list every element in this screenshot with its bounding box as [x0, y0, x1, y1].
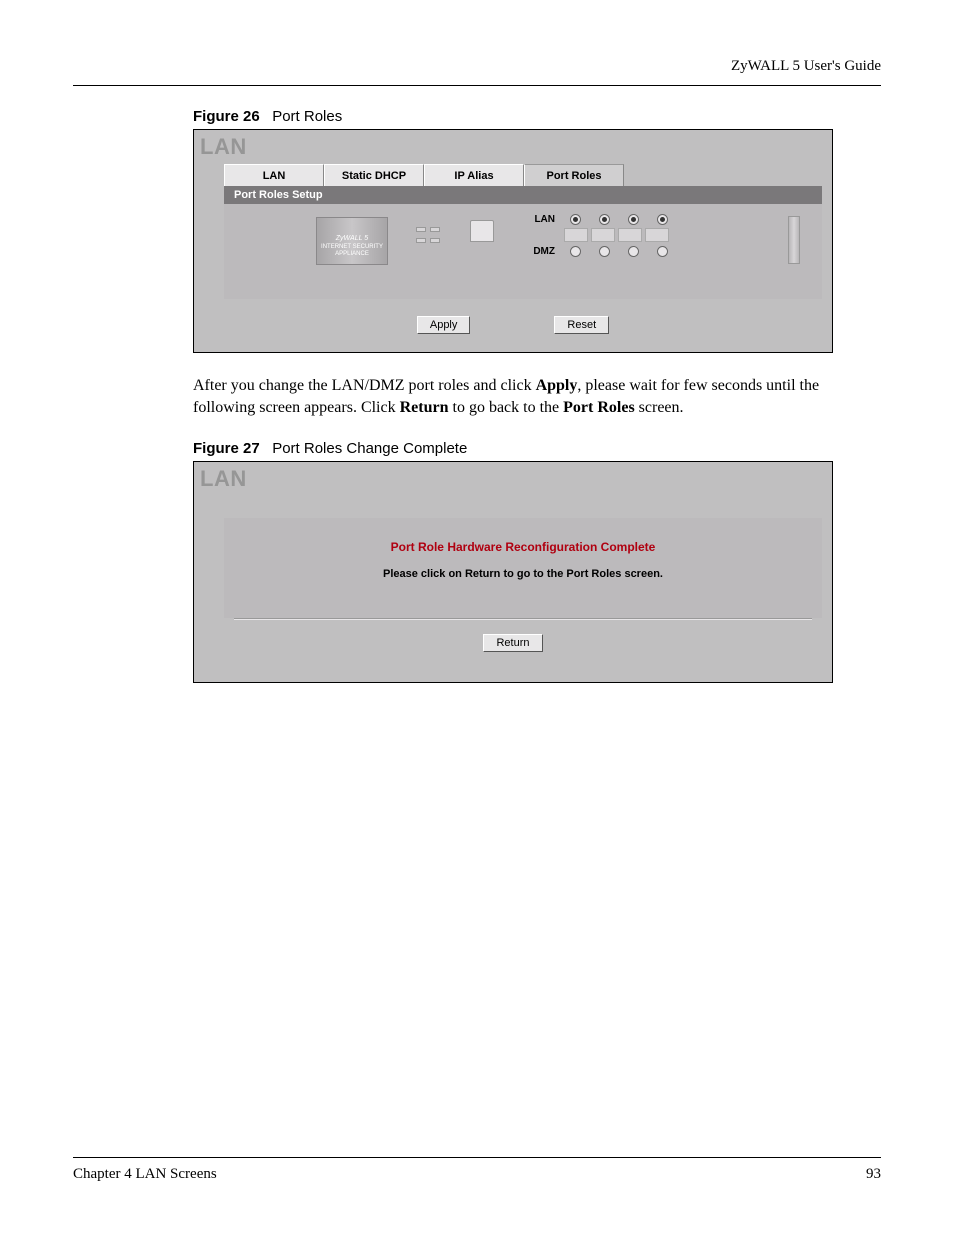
row-label-lan: LAN: [529, 214, 559, 225]
figure26-label: Figure 26: [193, 108, 260, 125]
return-button-row: Return: [194, 633, 832, 652]
tab-static-dhcp[interactable]: Static DHCP: [324, 164, 424, 186]
port-icon: [645, 228, 669, 242]
radio-dmz-4[interactable]: [657, 246, 668, 257]
radio-dmz-3[interactable]: [628, 246, 639, 257]
figure27-text: Port Roles Change Complete: [272, 440, 467, 457]
device-sub: INTERNET SECURITY APPLIANCE: [321, 244, 383, 257]
screen-title-lan-2: LAN: [200, 466, 247, 492]
led-indicators: [416, 227, 440, 243]
tabs-row: LAN Static DHCP IP Alias Port Roles: [224, 164, 624, 186]
port-icons-row: [529, 226, 675, 244]
reset-button[interactable]: Reset: [554, 316, 609, 334]
radio-lan-2[interactable]: [599, 214, 610, 225]
radio-lan-1[interactable]: [570, 214, 581, 225]
device-front-icon: ZyWALL 5 INTERNET SECURITY APPLIANCE: [316, 217, 388, 265]
row-label-dmz: DMZ: [529, 246, 559, 257]
tab-ip-alias[interactable]: IP Alias: [424, 164, 524, 186]
button-row: Apply Reset: [194, 315, 832, 334]
device-brand: ZyWALL 5: [336, 235, 368, 242]
figure27-label: Figure 27: [193, 440, 260, 457]
panel-title: Port Roles Setup: [224, 186, 822, 204]
figure26-caption: Figure 26 Port Roles: [193, 108, 881, 125]
figure27-caption: Figure 27 Port Roles Change Complete: [193, 440, 881, 457]
figure26-text: Port Roles: [272, 108, 342, 125]
guide-title: ZyWALL 5 User's Guide: [731, 58, 881, 74]
radio-dmz-1[interactable]: [570, 246, 581, 257]
port-icon: [591, 228, 615, 242]
port-roles-panel: Port Roles Setup ZyWALL 5 INTERNET SECUR…: [224, 186, 822, 299]
port-icon: [618, 228, 642, 242]
port-role-grid: LAN DMZ: [529, 212, 675, 258]
divider: [234, 618, 812, 620]
confirmation-panel: Port Role Hardware Reconfiguration Compl…: [224, 518, 822, 618]
screen-title-lan: LAN: [200, 134, 247, 160]
page-footer: Chapter 4 LAN Screens 93: [73, 1157, 881, 1183]
device-label: ZyWALL 5 INTERNET SECURITY APPLIANCE: [317, 235, 387, 258]
device-diagram: ZyWALL 5 INTERNET SECURITY APPLIANCE LAN: [224, 204, 822, 296]
device-side-icon: [788, 216, 800, 264]
lan-radio-row: LAN: [529, 212, 675, 226]
body-paragraph: After you change the LAN/DMZ port roles …: [193, 375, 837, 418]
reconfig-complete-message: Port Role Hardware Reconfiguration Compl…: [224, 518, 822, 554]
figure27-screenshot: LAN Port Role Hardware Reconfiguration C…: [193, 461, 833, 683]
radio-dmz-2[interactable]: [599, 246, 610, 257]
radio-lan-3[interactable]: [628, 214, 639, 225]
radio-lan-4[interactable]: [657, 214, 668, 225]
tab-lan[interactable]: LAN: [224, 164, 324, 186]
dmz-radio-row: DMZ: [529, 244, 675, 258]
return-instruction: Please click on Return to go to the Port…: [224, 554, 822, 580]
chapter-label: Chapter 4 LAN Screens: [73, 1166, 217, 1183]
port-icon: [564, 228, 588, 242]
page-number: 93: [866, 1166, 881, 1183]
page-header: ZyWALL 5 User's Guide: [73, 58, 881, 86]
apply-button[interactable]: Apply: [417, 316, 471, 334]
wan-port-icon: [470, 220, 494, 242]
return-button[interactable]: Return: [483, 634, 542, 652]
content-area: Figure 26 Port Roles LAN LAN Static DHCP…: [193, 108, 881, 683]
figure26-screenshot: LAN LAN Static DHCP IP Alias Port Roles …: [193, 129, 833, 353]
tab-port-roles[interactable]: Port Roles: [524, 164, 624, 186]
